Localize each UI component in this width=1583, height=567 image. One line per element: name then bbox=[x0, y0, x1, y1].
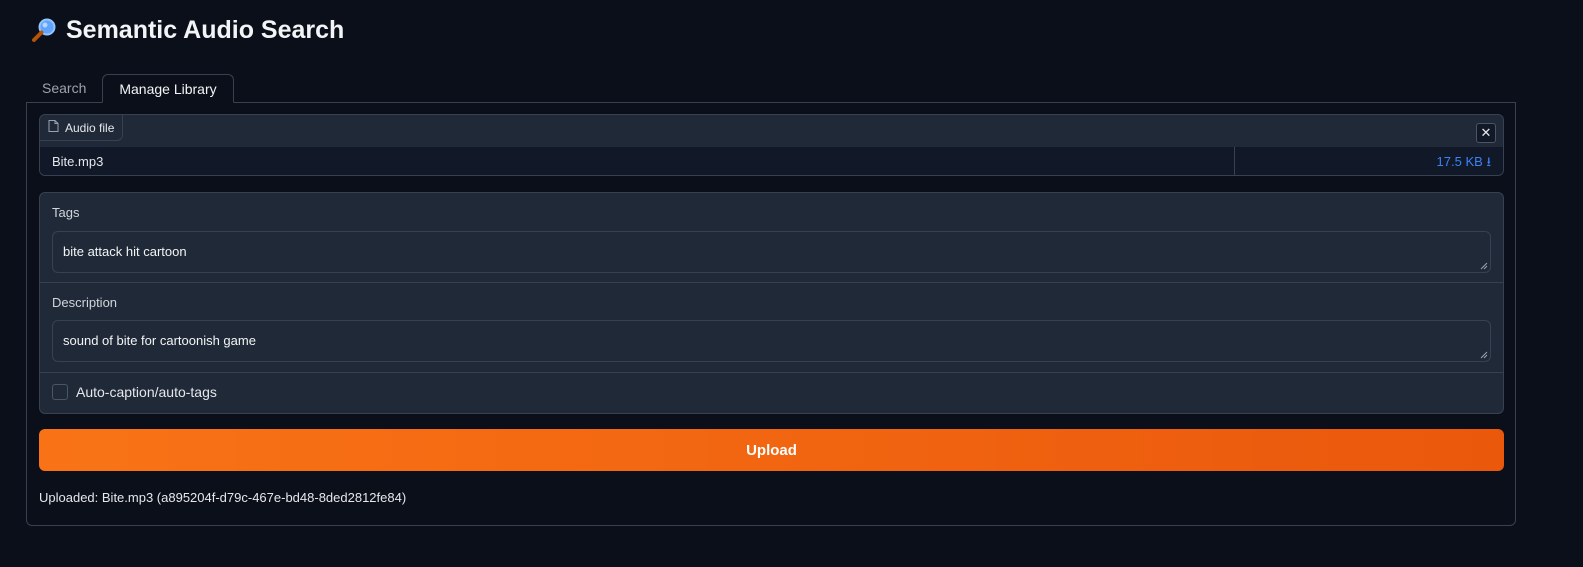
tab-manage-library[interactable]: Manage Library bbox=[102, 74, 234, 103]
file-name: Bite.mp3 bbox=[40, 147, 1235, 175]
audio-file-label-text: Audio file bbox=[65, 120, 115, 135]
tags-input[interactable]: bite attack hit cartoon bbox=[52, 231, 1491, 273]
tags-label: Tags bbox=[52, 205, 80, 220]
tab-bar: Search Manage Library bbox=[26, 74, 234, 103]
page-title-text: Semantic Audio Search bbox=[66, 16, 345, 44]
magnifying-glass-icon bbox=[30, 17, 58, 45]
divider bbox=[40, 282, 1503, 283]
auto-caption-label[interactable]: Auto-caption/auto-tags bbox=[76, 384, 217, 400]
download-arrow-icon: ⭳ bbox=[1486, 154, 1491, 169]
description-input-value: sound of bite for cartoonish game bbox=[63, 333, 256, 348]
description-input[interactable]: sound of bite for cartoonish game bbox=[52, 320, 1491, 362]
clear-file-button[interactable]: ✕ bbox=[1476, 123, 1496, 143]
manage-library-panel: Audio file ✕ Bite.mp3 17.5 KB ⭳ Tags bit… bbox=[26, 102, 1516, 526]
tags-input-value: bite attack hit cartoon bbox=[63, 244, 187, 259]
divider bbox=[40, 372, 1503, 373]
audio-file-label: Audio file bbox=[40, 115, 124, 141]
resize-handle-icon[interactable] bbox=[1480, 351, 1488, 359]
file-download-link[interactable]: 17.5 KB ⭳ bbox=[1235, 147, 1503, 175]
file-row: Bite.mp3 17.5 KB ⭳ bbox=[40, 147, 1503, 175]
metadata-form: Tags bite attack hit cartoon Description… bbox=[39, 192, 1504, 414]
page-title: Semantic Audio Search bbox=[30, 16, 344, 45]
resize-handle-icon[interactable] bbox=[1480, 262, 1488, 270]
auto-caption-row: Auto-caption/auto-tags bbox=[52, 384, 217, 400]
description-label: Description bbox=[52, 295, 118, 310]
app-root: Semantic Audio Search Search Manage Libr… bbox=[0, 0, 1583, 567]
upload-status: Uploaded: Bite.mp3 (a895204f-d79c-467e-b… bbox=[39, 490, 407, 505]
tab-search[interactable]: Search bbox=[26, 74, 102, 103]
audio-file-component: Audio file ✕ Bite.mp3 17.5 KB ⭳ bbox=[39, 114, 1504, 176]
auto-caption-checkbox[interactable] bbox=[52, 384, 68, 400]
upload-button[interactable]: Upload bbox=[39, 429, 1504, 471]
close-icon: ✕ bbox=[1480, 125, 1492, 140]
file-size: 17.5 KB bbox=[1436, 154, 1483, 169]
file-icon bbox=[48, 120, 59, 135]
